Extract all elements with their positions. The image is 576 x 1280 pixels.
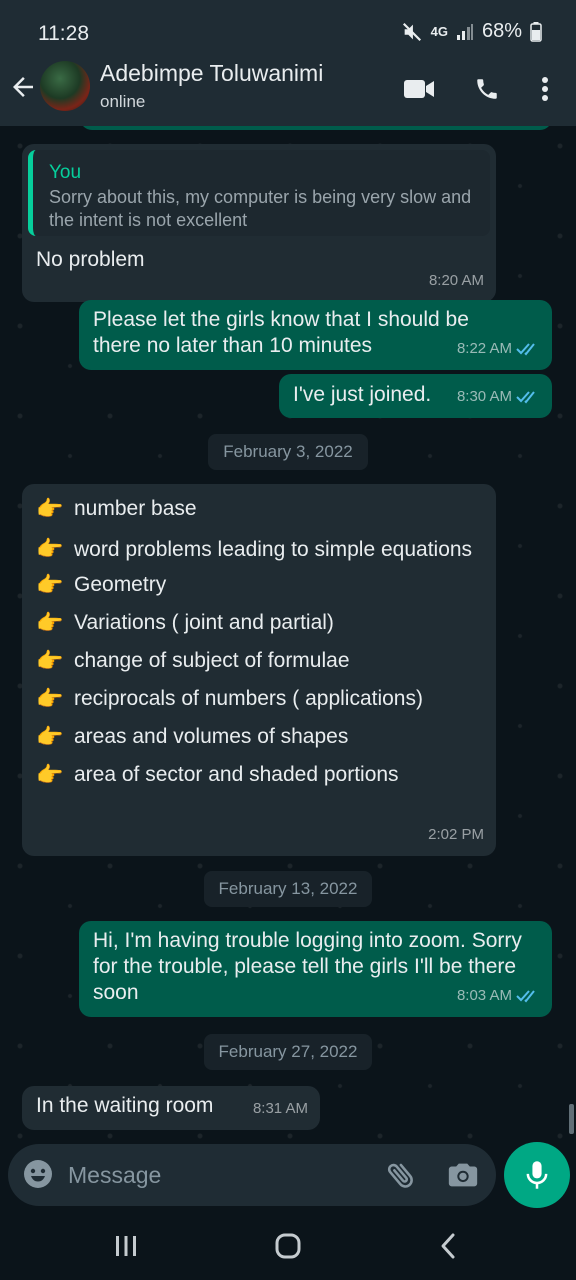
message-bubble-incoming[interactable]: You Sorry about this, my computer is bei…	[22, 144, 496, 302]
list-item-text: Variations ( joint and partial)	[74, 611, 334, 634]
emoji-button[interactable]	[22, 1158, 54, 1190]
recents-icon	[116, 1236, 136, 1256]
home-button[interactable]	[268, 1230, 308, 1262]
pointing-hand-icon: 👉	[36, 686, 64, 711]
message-input[interactable]	[68, 1154, 368, 1196]
message-text: Please let the girls know that I should …	[93, 308, 469, 357]
message-time: 8:22 AM	[457, 336, 540, 362]
list-item-text: areas and volumes of shapes	[74, 725, 349, 748]
menu-button[interactable]	[528, 74, 562, 104]
time-label: 8:20 AM	[428, 272, 484, 289]
time-label: 8:22 AM	[456, 340, 512, 357]
message-time: 8:20 AM	[429, 268, 484, 294]
arrow-left-icon	[13, 77, 33, 97]
list-item: 👉 Variations ( joint and partial)	[36, 610, 476, 636]
pointing-hand-icon: 👉	[36, 762, 64, 787]
chat-area[interactable]: You Sorry about this, my computer is bei…	[0, 126, 576, 1140]
list-item: 👉 word problems leading to simple equatio…	[36, 534, 476, 566]
date-separator: February 13, 2022	[204, 871, 372, 907]
recents-button[interactable]	[106, 1230, 146, 1262]
list-item: 👉 reciprocals of numbers ( applications)	[36, 686, 476, 712]
quote-author: You	[49, 162, 82, 183]
battery-percent: 68%	[481, 20, 522, 42]
date-separator: February 3, 2022	[208, 434, 368, 470]
message-bubble-outgoing[interactable]	[80, 126, 552, 130]
contact-name[interactable]: Adebimpe Toluwanimi	[100, 60, 323, 87]
list-item: 👉 change of subject of formulae	[36, 648, 476, 674]
time-label: 8:31 AM	[252, 1100, 308, 1117]
list-item-text: change of subject of formulae	[74, 649, 350, 672]
pointing-hand-icon: 👉	[36, 536, 64, 561]
avatar[interactable]	[40, 61, 90, 111]
message-bubble-outgoing[interactable]: I've just joined. 8:30 AM	[279, 374, 552, 418]
status-indicators: 4G 68%	[401, 20, 542, 43]
list-item-text: Geometry	[74, 573, 167, 596]
pointing-hand-icon: 👉	[36, 496, 64, 521]
list-item: 👉 areas and volumes of shapes	[36, 724, 476, 750]
message-time: 2:02 PM	[428, 822, 484, 848]
network-type: 4G	[430, 24, 448, 39]
list-item: 👉 area of sector and shaded portions	[36, 762, 476, 788]
mic-icon	[526, 1161, 548, 1189]
time-label: 8:30 AM	[456, 388, 512, 405]
message-bubble-outgoing[interactable]: Please let the girls know that I should …	[79, 300, 552, 370]
list-item-text: word problems leading to simple equation…	[74, 538, 473, 561]
double-tick-read-icon	[516, 990, 535, 1003]
topic-list: 👉 number base 👉 word problems leading to s…	[36, 496, 476, 788]
message-time: 8:31 AM	[253, 1096, 308, 1122]
pointing-hand-icon: 👉	[36, 648, 64, 673]
chevron-left-icon	[441, 1233, 455, 1259]
emoji-icon	[24, 1160, 52, 1188]
message-text: I've just joined.	[293, 383, 432, 406]
camera-icon	[448, 1163, 478, 1187]
chat-header: Adebimpe Toluwanimi online	[0, 56, 576, 126]
list-item: 👉 number base	[36, 496, 476, 522]
mute-icon	[402, 22, 421, 41]
back-button[interactable]	[8, 72, 38, 102]
battery-icon	[530, 21, 542, 42]
message-text: No problem	[36, 248, 145, 271]
message-composer	[8, 1144, 496, 1206]
message-bubble-outgoing[interactable]: Hi, I'm having trouble logging into zoom…	[79, 921, 552, 1017]
double-tick-read-icon	[516, 343, 535, 356]
quoted-message[interactable]: You Sorry about this, my computer is bei…	[28, 150, 490, 236]
home-icon	[275, 1233, 301, 1259]
message-time: 8:30 AM	[457, 384, 540, 410]
list-item-text: reciprocals of numbers ( applications)	[74, 687, 423, 710]
date-separator: February 27, 2022	[204, 1034, 372, 1070]
time-label: 2:02 PM	[428, 826, 484, 843]
scrollbar[interactable]	[569, 1104, 574, 1134]
video-call-button[interactable]	[402, 74, 436, 104]
time-label: 8:03 AM	[456, 987, 512, 1004]
contact-status: online	[100, 92, 146, 111]
more-vert-icon	[542, 77, 548, 101]
pointing-hand-icon: 👉	[36, 724, 64, 749]
message-time: 8:03 AM	[457, 983, 540, 1009]
status-bar: 11:28 4G 68%	[0, 0, 576, 56]
camera-button[interactable]	[446, 1158, 480, 1192]
message-text: In the waiting room	[36, 1094, 214, 1117]
pointing-hand-icon: 👉	[36, 572, 64, 597]
list-item-text: number base	[74, 497, 197, 520]
pointing-hand-icon: 👉	[36, 610, 64, 635]
message-bubble-incoming[interactable]: 👉 number base 👉 word problems leading to s…	[22, 484, 496, 856]
attach-button[interactable]	[384, 1158, 418, 1192]
voice-call-button[interactable]	[470, 74, 504, 104]
list-item: 👉 Geometry	[36, 572, 476, 598]
back-nav-button[interactable]	[428, 1230, 468, 1262]
system-nav-bar	[0, 1212, 576, 1280]
quote-text: Sorry about this, my computer is being v…	[49, 187, 472, 230]
list-item-text: area of sector and shaded portions	[74, 763, 399, 786]
status-time: 11:28	[38, 22, 89, 45]
message-bubble-incoming[interactable]: In the waiting room 8:31 AM	[22, 1086, 320, 1130]
double-tick-read-icon	[516, 391, 535, 404]
video-call-icon	[404, 80, 434, 98]
mic-button[interactable]	[504, 1142, 570, 1208]
phone-icon	[477, 79, 497, 99]
paperclip-icon	[387, 1163, 413, 1188]
signal-icon	[456, 23, 473, 40]
